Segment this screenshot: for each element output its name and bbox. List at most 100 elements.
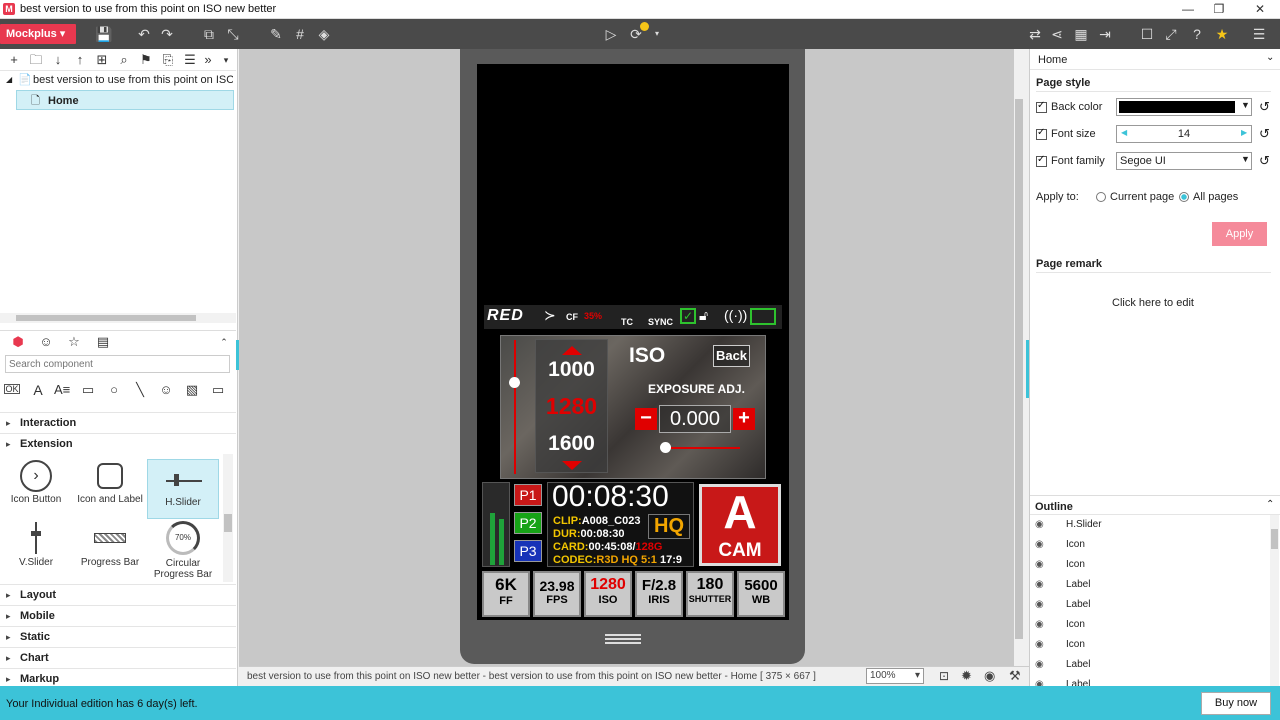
reset-back-color-icon[interactable]: ↺ bbox=[1259, 99, 1270, 115]
current-page-radio[interactable]: Current page bbox=[1096, 191, 1174, 203]
iso-value-top[interactable]: 1000 bbox=[535, 358, 608, 382]
arrow-down-icon[interactable]: ↓ bbox=[50, 52, 66, 68]
icon-shape-icon[interactable]: ☺ bbox=[158, 382, 174, 398]
stat-wb[interactable]: 5600 WB bbox=[737, 571, 785, 617]
outline-item[interactable]: ◉ H.Slider bbox=[1030, 515, 1270, 535]
add-page-icon[interactable]: + bbox=[6, 52, 22, 68]
close-icon[interactable]: ✕ bbox=[1250, 2, 1270, 16]
crop-icon[interactable]: ⧉ bbox=[200, 25, 218, 43]
font-family-checkbox[interactable] bbox=[1036, 154, 1047, 167]
emoji-tab-icon[interactable]: ☺ bbox=[38, 334, 54, 350]
home-menu-icon[interactable] bbox=[605, 634, 641, 636]
camera-a-badge[interactable]: A CAM bbox=[699, 484, 781, 566]
help-icon[interactable]: ? bbox=[1188, 25, 1206, 43]
collapse-icon[interactable]: ▾ bbox=[218, 52, 234, 68]
section-mobile[interactable]: Mobile bbox=[0, 605, 236, 627]
increment-icon[interactable]: ▶ bbox=[1241, 128, 1247, 137]
exposure-minus-button[interactable]: − bbox=[635, 408, 657, 430]
arrow-up-icon[interactable]: ↑ bbox=[72, 52, 88, 68]
apply-button[interactable]: Apply bbox=[1212, 222, 1267, 246]
tools-icon[interactable]: ⚒ bbox=[1009, 668, 1021, 684]
transform-icon[interactable]: ⤡ bbox=[224, 25, 242, 43]
folder-icon[interactable]: 🗀 bbox=[28, 52, 44, 68]
all-pages-radio[interactable]: All pages bbox=[1179, 191, 1238, 203]
section-interaction[interactable]: Interaction bbox=[0, 412, 236, 434]
back-color-picker[interactable]: ▼ bbox=[1116, 98, 1252, 116]
color-dropdown-icon[interactable]: ▼ bbox=[1241, 100, 1250, 110]
components-tab-icon[interactable]: ⬢ bbox=[10, 334, 26, 350]
section-layout[interactable]: Layout bbox=[0, 584, 236, 606]
section-static[interactable]: Static bbox=[0, 626, 236, 648]
component-circular-progress[interactable]: 70% Circular Progress Bar bbox=[147, 519, 219, 580]
tree-expand-icon[interactable]: ◢ bbox=[6, 70, 12, 90]
swap-icon[interactable]: ⇄ bbox=[1026, 25, 1044, 43]
exposure-value[interactable]: 0.000 bbox=[659, 405, 731, 433]
back-color-checkbox[interactable] bbox=[1036, 100, 1047, 113]
grid-icon[interactable]: # bbox=[291, 25, 309, 43]
menu-icon[interactable]: ☰ bbox=[1250, 25, 1268, 43]
tree-project[interactable]: ◢ 📄 best version to use from this point … bbox=[0, 70, 236, 90]
flag-icon[interactable]: ⚑ bbox=[138, 52, 154, 68]
component-icon-and-label[interactable]: Icon and Label bbox=[74, 457, 146, 505]
outline-scrollbar[interactable] bbox=[1270, 515, 1279, 686]
sitemap-icon[interactable]: ⊞ bbox=[94, 52, 110, 68]
iso-value-selected[interactable]: 1280 bbox=[535, 393, 608, 420]
right-panel-resize-handle[interactable] bbox=[1026, 340, 1029, 398]
outline-item[interactable]: ◉ Icon bbox=[1030, 615, 1270, 635]
iso-value-bottom[interactable]: 1600 bbox=[535, 432, 608, 456]
props-collapse-icon[interactable]: ⌄ bbox=[1266, 52, 1274, 63]
font-size-value[interactable]: 14 bbox=[1117, 128, 1251, 140]
remark-edit-link[interactable]: Click here to edit bbox=[1030, 297, 1276, 309]
stat-resolution[interactable]: 6K FF bbox=[482, 571, 530, 617]
font-family-select[interactable]: Segoe UI ▼ bbox=[1116, 152, 1252, 170]
export-icon[interactable]: ⇥ bbox=[1096, 25, 1114, 43]
more-icon[interactable]: » bbox=[200, 52, 216, 68]
component-progress-bar[interactable]: Progress Bar bbox=[74, 519, 146, 568]
redo-icon[interactable]: ↷ bbox=[158, 25, 176, 43]
qr-icon[interactable]: ▦ bbox=[1072, 25, 1090, 43]
component-h-slider[interactable]: H.Slider bbox=[147, 459, 219, 519]
preset-p1-button[interactable]: P1 bbox=[514, 484, 542, 506]
rectangle-shape-icon[interactable]: ▭ bbox=[80, 382, 96, 398]
star-tab-icon[interactable]: ☆ bbox=[66, 334, 82, 350]
text-shape-icon[interactable]: A bbox=[30, 382, 46, 398]
restore-icon[interactable]: ❐ bbox=[1209, 2, 1229, 16]
minimize-icon[interactable]: — bbox=[1178, 2, 1198, 16]
outline-collapse-icon[interactable]: ⌃ bbox=[1266, 499, 1274, 510]
iso-v-slider-handle[interactable] bbox=[509, 377, 520, 388]
outline-item[interactable]: ◉ Label bbox=[1030, 575, 1270, 595]
line-shape-icon[interactable]: ╲ bbox=[132, 382, 148, 398]
outline-item[interactable]: ◉ Icon bbox=[1030, 535, 1270, 555]
circle-shape-icon[interactable]: ○ bbox=[106, 382, 122, 398]
window-icon[interactable]: ☐ bbox=[1138, 25, 1156, 43]
reset-font-family-icon[interactable]: ↺ bbox=[1259, 153, 1270, 169]
master-tab-icon[interactable]: ▤ bbox=[95, 334, 111, 350]
collapse-up-icon[interactable]: ⌃ bbox=[216, 334, 232, 350]
bar-shape-icon[interactable]: ▭ bbox=[210, 382, 226, 398]
stat-iso[interactable]: 1280 ISO bbox=[584, 571, 632, 617]
canvas-v-scrollbar[interactable] bbox=[1014, 49, 1024, 666]
exposure-h-slider-handle[interactable] bbox=[660, 442, 671, 453]
buy-now-button[interactable]: Buy now bbox=[1201, 692, 1271, 715]
tree-scrollbar[interactable] bbox=[0, 313, 236, 323]
component-scrollbar[interactable] bbox=[223, 454, 233, 582]
list-icon[interactable]: ☰ bbox=[182, 52, 198, 68]
outline-item[interactable]: ◉ Label bbox=[1030, 655, 1270, 675]
preset-p2-button[interactable]: P2 bbox=[514, 512, 542, 534]
stat-fps[interactable]: 23.98 FPS bbox=[533, 571, 581, 617]
component-icon-button[interactable]: › Icon Button bbox=[0, 457, 72, 505]
paragraph-shape-icon[interactable]: A≡ bbox=[54, 382, 70, 398]
share-icon[interactable]: ⋖ bbox=[1048, 25, 1066, 43]
fullscreen-icon[interactable]: ⤢ bbox=[1162, 25, 1180, 43]
font-size-stepper[interactable]: ◀ 14 ▶ bbox=[1116, 125, 1252, 143]
outline-item[interactable]: ◉ Icon bbox=[1030, 635, 1270, 655]
font-size-checkbox[interactable] bbox=[1036, 127, 1047, 140]
section-extension[interactable]: Extension bbox=[0, 433, 236, 455]
undo-icon[interactable]: ↶ bbox=[135, 25, 153, 43]
fit-icon[interactable]: ⊡ bbox=[939, 669, 949, 683]
button-shape-icon[interactable]: OK bbox=[4, 384, 20, 394]
brightness-icon[interactable]: ✹ bbox=[961, 668, 972, 684]
search-icon[interactable]: ⌕ bbox=[116, 52, 132, 68]
search-input[interactable] bbox=[5, 355, 230, 373]
outline-item[interactable]: ◉ Icon bbox=[1030, 555, 1270, 575]
